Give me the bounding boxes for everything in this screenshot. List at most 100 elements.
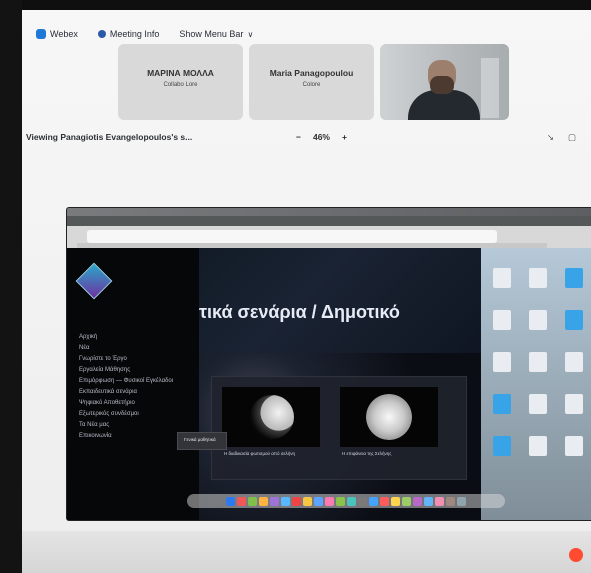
dock-app-icon[interactable] <box>270 496 279 506</box>
webex-menu[interactable]: Webex <box>36 29 78 39</box>
bottom-reflection <box>22 531 591 573</box>
card-caption[interactable]: Η επιφάνεια της Σελήνης <box>342 451 440 456</box>
desktop-folder-icon[interactable] <box>493 436 511 456</box>
zoom-in-button[interactable]: + <box>342 132 347 142</box>
webex-icon <box>36 29 46 39</box>
moon-card-image[interactable] <box>340 387 438 447</box>
participant-tile-2[interactable]: Maria Panagopoulou Colore <box>249 44 374 120</box>
site-sidebar: Αρχική Νέα Γνωρίστε το Έργο Εργαλεία Μάθ… <box>67 248 199 520</box>
dock-app-icon[interactable] <box>391 496 400 506</box>
video-beard <box>430 76 454 94</box>
dock-app-icon[interactable] <box>248 496 257 506</box>
address-bar[interactable] <box>87 230 497 243</box>
dock-app-icon[interactable] <box>347 496 356 506</box>
desktop-file-icon[interactable] <box>529 352 547 372</box>
dock-app-icon[interactable] <box>424 496 433 506</box>
dock-app-icon[interactable] <box>325 496 334 506</box>
page-title: τικά σενάρια / Δημοτικό <box>199 302 400 322</box>
scenario-cards: Η διαδικασία φωτισμού από σελήνη Η επιφά… <box>211 376 467 480</box>
site-menu: Αρχική Νέα Γνωρίστε το Έργο Εργαλεία Μάθ… <box>79 332 173 442</box>
dock-app-icon[interactable] <box>435 496 444 506</box>
menu-item[interactable]: Εργαλεία Μάθησης <box>79 365 173 376</box>
desktop-file-icon[interactable] <box>529 436 547 456</box>
zoom-level: 46% <box>312 132 330 142</box>
viewing-text: Viewing Panagiotis Evangelopoulos's s... <box>26 132 193 142</box>
desktop-file-icon[interactable] <box>529 394 547 414</box>
video-person <box>408 90 480 120</box>
dock-app-icon[interactable] <box>446 496 455 506</box>
desktop-file-icon[interactable] <box>493 268 511 288</box>
dock-app-icon[interactable] <box>380 496 389 506</box>
desktop-folder-icon[interactable] <box>565 310 583 330</box>
browser-toolbar-1 <box>67 208 591 216</box>
dock-app-icon[interactable] <box>413 496 422 506</box>
pointer-icon[interactable]: ↘ <box>547 132 554 143</box>
monitor-screen: Webex Meeting Info Show Menu Bar ∨ ΜΑΡΙΝ… <box>22 10 591 573</box>
card-caption[interactable]: Η διαδικασία φωτισμού από σελήνη <box>224 451 322 456</box>
menu-item[interactable]: Αρχική <box>79 332 173 343</box>
mac-dock <box>187 494 505 508</box>
menu-item[interactable]: Τα Νέα μας <box>79 420 173 431</box>
meeting-info-menu[interactable]: Meeting Info <box>97 29 160 39</box>
desktop-file-icon[interactable] <box>565 436 583 456</box>
screenshot-stage: Webex Meeting Info Show Menu Bar ∨ ΜΑΡΙΝ… <box>0 0 591 573</box>
zoom-controls: − 46% + <box>296 132 347 142</box>
participant-video[interactable] <box>380 44 509 120</box>
participant-tiles: ΜΑΡΙΝΑ ΜΟΛΛΑ Collabo Lore Maria Panagopo… <box>118 44 512 120</box>
dock-app-icon[interactable] <box>237 496 246 506</box>
browser-toolbar-2 <box>67 216 591 226</box>
desktop-file-icon[interactable] <box>529 268 547 288</box>
share-right-icons: ↘ ▢ <box>547 132 576 143</box>
desktop-folder-icon[interactable] <box>565 268 583 288</box>
menu-item[interactable]: Εξωτερικός συνδέσμοι <box>79 409 173 420</box>
submenu-popup[interactable]: Γενικά μαθητικά <box>177 432 227 450</box>
shared-screen: Αρχική Νέα Γνωρίστε το Έργο Εργαλεία Μάθ… <box>67 208 591 520</box>
dock-app-icon[interactable] <box>457 496 466 506</box>
share-status-row: Viewing Panagiotis Evangelopoulos's s...… <box>26 132 582 148</box>
dock-app-icon[interactable] <box>281 496 290 506</box>
desktop-file-icon[interactable] <box>529 310 547 330</box>
desktop-folder-icon[interactable] <box>493 394 511 414</box>
desktop-icons-area <box>481 248 591 520</box>
dock-app-icon[interactable] <box>358 496 367 506</box>
dock-app-icon[interactable] <box>336 496 345 506</box>
dock-app-icon[interactable] <box>303 496 312 506</box>
dock-app-icon[interactable] <box>369 496 378 506</box>
chevron-down-icon: ∨ <box>247 29 254 39</box>
site-logo[interactable] <box>75 262 113 300</box>
dock-app-icon[interactable] <box>259 496 268 506</box>
desktop-file-icon[interactable] <box>565 352 583 372</box>
zoom-out-button[interactable]: − <box>296 132 301 142</box>
website-content: Αρχική Νέα Γνωρίστε το Έργο Εργαλεία Μάθ… <box>67 248 481 520</box>
hero-banner: τικά σενάρια / Δημοτικό <box>199 248 481 353</box>
dock-app-icon[interactable] <box>226 496 235 506</box>
browser-chrome <box>67 208 591 248</box>
participant-tile-1[interactable]: ΜΑΡΙΝΑ ΜΟΛΛΑ Collabo Lore <box>118 44 243 120</box>
dock-app-icon[interactable] <box>402 496 411 506</box>
moon-card-image[interactable] <box>222 387 320 447</box>
menu-item[interactable]: Γνωρίστε το Έργο <box>79 354 173 365</box>
show-menu-bar-label: Show Menu Bar <box>179 29 244 39</box>
participant-subtitle: Colore <box>302 82 321 88</box>
dock-app-icon[interactable] <box>292 496 301 506</box>
desktop-file-icon[interactable] <box>493 352 511 372</box>
webex-menubar: Webex Meeting Info Show Menu Bar ∨ <box>36 24 581 44</box>
top-bezel <box>0 0 591 10</box>
dock-app-icon[interactable] <box>314 496 323 506</box>
left-bezel <box>0 0 22 573</box>
desktop-file-icon[interactable] <box>565 394 583 414</box>
menu-item[interactable]: Επιμόρφωση — Φυσικοί Εγκέλαδοι <box>79 376 173 387</box>
recording-indicator-icon <box>569 548 583 562</box>
menu-item[interactable]: Ψηφιακό Αποθετήριο <box>79 398 173 409</box>
menu-item[interactable]: Εκπαιδευτικά σενάρια <box>79 387 173 398</box>
desktop-file-icon[interactable] <box>493 310 511 330</box>
moon-image <box>250 395 294 439</box>
window-icon[interactable]: ▢ <box>568 132 576 143</box>
menu-item[interactable]: Επικοινωνία <box>79 431 173 442</box>
participant-name: ΜΑΡΙΝΑ ΜΟΛΛΑ <box>147 68 214 78</box>
participant-subtitle: Collabo Lore <box>163 82 198 88</box>
show-menu-bar-menu[interactable]: Show Menu Bar ∨ <box>179 29 253 39</box>
background-shelf <box>481 58 499 118</box>
menu-item[interactable]: Νέα <box>79 343 173 354</box>
meeting-info-label: Meeting Info <box>109 29 160 39</box>
